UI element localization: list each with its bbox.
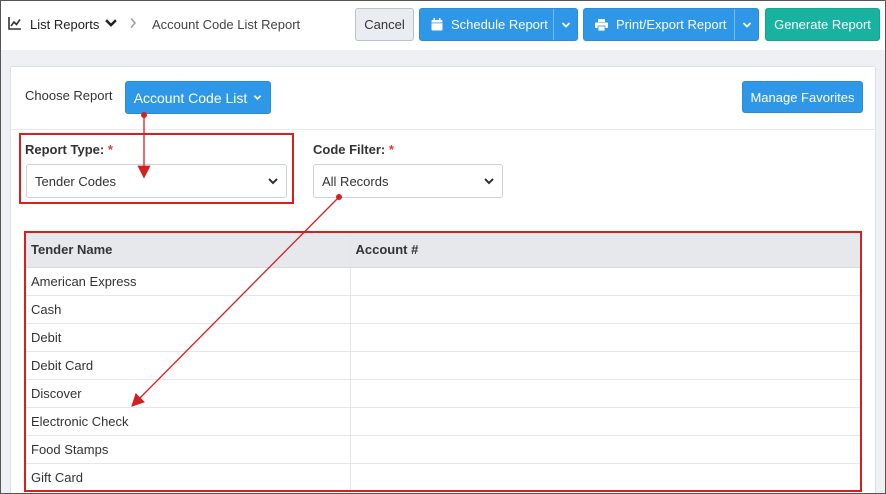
choose-report-dropdown[interactable]: Account Code List: [125, 81, 271, 114]
table-row[interactable]: Debit Card: [26, 351, 860, 380]
schedule-report-button[interactable]: Schedule Report: [419, 8, 578, 41]
tender-name-cell: Cash: [26, 295, 350, 324]
tender-table: Tender Name Account # American Express C…: [26, 233, 860, 492]
account-cell: [349, 379, 860, 408]
account-cell: [349, 435, 860, 464]
table-row[interactable]: Discover: [26, 379, 860, 408]
chevron-down-icon: [484, 178, 494, 185]
account-cell: [349, 407, 860, 436]
account-cell: [349, 463, 860, 492]
chevron-down-icon[interactable]: [734, 9, 758, 40]
divider: [10, 129, 876, 130]
generate-report-button[interactable]: Generate Report: [765, 8, 880, 41]
chevron-down-icon: [253, 93, 262, 102]
code-filter-label-text: Code Filter:: [313, 142, 386, 157]
table-header-row: Tender Name Account #: [26, 233, 860, 268]
account-cell: [349, 323, 860, 352]
code-filter-value: All Records: [322, 173, 389, 189]
required-mark: *: [107, 142, 113, 157]
table-row[interactable]: Food Stamps: [26, 435, 860, 464]
account-cell: [349, 267, 860, 296]
tender-name-cell: Discover: [26, 379, 350, 408]
manage-favorites-button[interactable]: Manage Favorites: [742, 81, 863, 113]
account-cell: [349, 351, 860, 380]
choose-report-label: Choose Report: [25, 88, 113, 103]
tender-name-cell: American Express: [26, 267, 350, 296]
print-export-label: Print/Export Report: [616, 17, 727, 32]
chevron-down-icon[interactable]: [553, 9, 577, 40]
calendar-icon: [431, 18, 443, 31]
breadcrumb-root[interactable]: List Reports: [8, 16, 118, 33]
breadcrumb-root-label: List Reports: [30, 17, 100, 32]
tender-name-cell: Electronic Check: [26, 407, 350, 436]
chart-line-icon: [8, 16, 22, 33]
tender-name-cell: Debit: [26, 323, 350, 352]
table-row[interactable]: Cash: [26, 295, 860, 324]
chevron-down-icon: [104, 16, 118, 33]
schedule-report-label: Schedule Report: [451, 17, 548, 32]
code-filter-select[interactable]: All Records: [313, 164, 503, 198]
table-row[interactable]: Electronic Check: [26, 407, 860, 436]
report-type-label: Report Type: *: [25, 142, 113, 157]
table-row[interactable]: American Express: [26, 267, 860, 296]
column-header-tender-name[interactable]: Tender Name: [26, 233, 350, 268]
required-mark: *: [388, 142, 394, 157]
breadcrumb-current: Account Code List Report: [152, 17, 301, 32]
tender-name-cell: Debit Card: [26, 351, 350, 380]
choose-report-value: Account Code List: [133, 89, 248, 106]
chevron-down-icon: [268, 178, 278, 185]
printer-icon: [595, 18, 608, 31]
table-row[interactable]: Debit: [26, 323, 860, 352]
column-header-account[interactable]: Account #: [349, 233, 860, 268]
report-type-select[interactable]: Tender Codes: [26, 164, 287, 198]
report-type-value: Tender Codes: [35, 173, 116, 189]
account-cell: [349, 295, 860, 324]
print-export-button[interactable]: Print/Export Report: [583, 8, 759, 41]
chevron-right-icon: [129, 17, 137, 32]
tender-name-cell: Food Stamps: [26, 435, 350, 464]
code-filter-label: Code Filter: *: [313, 142, 394, 157]
tender-name-cell: Gift Card: [26, 463, 350, 492]
cancel-button[interactable]: Cancel: [355, 8, 414, 41]
report-type-label-text: Report Type:: [25, 142, 105, 157]
table-row[interactable]: Gift Card: [26, 463, 860, 492]
